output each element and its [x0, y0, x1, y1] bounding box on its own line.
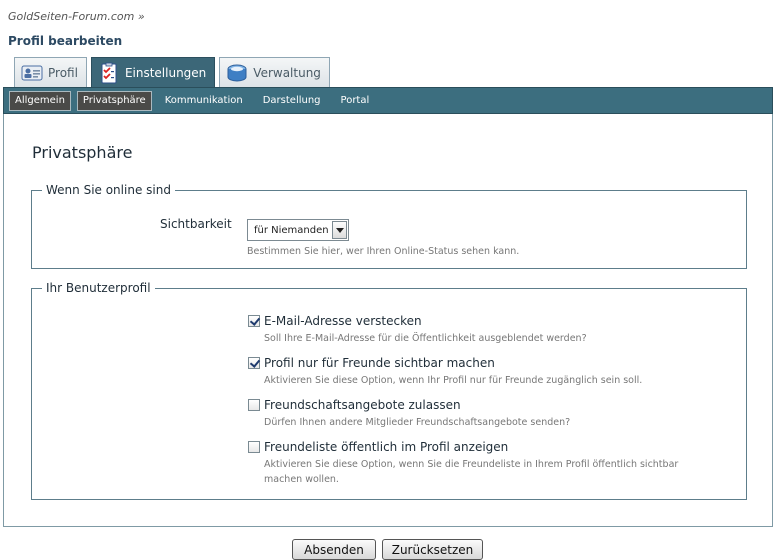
tab-label: Verwaltung: [253, 65, 321, 80]
public-friendlist-checkbox[interactable]: [248, 441, 260, 453]
option-label[interactable]: Freundeliste öffentlich im Profil anzeig…: [264, 440, 508, 454]
page-title: Profil bearbeiten: [8, 34, 123, 48]
visibility-select[interactable]: für Niemanden: [247, 219, 349, 241]
breadcrumb[interactable]: GoldSeiten-Forum.com »: [8, 10, 145, 23]
subnav-bar: Allgemein Privatsphäre Kommunikation Dar…: [3, 87, 773, 114]
option-hint: Dürfen Ihnen andere Mitglieder Freundsch…: [264, 417, 571, 428]
profile-legend: Ihr Benutzerprofil: [46, 281, 151, 295]
friends-only-checkbox[interactable]: [248, 357, 260, 369]
option-label[interactable]: Profil nur für Freunde sichtbar machen: [264, 356, 495, 370]
tab-label: Einstellungen: [124, 65, 207, 80]
section-title: Privatsphäre: [32, 143, 133, 162]
option-label[interactable]: Freundschaftsangebote zulassen: [264, 398, 461, 412]
option-hint: Soll Ihre E-Mail-Adresse für die Öffentl…: [264, 333, 587, 344]
subnav-darstellung[interactable]: Darstellung: [258, 92, 326, 110]
option-hint: Aktivieren Sie diese Option, wenn Sie di…: [264, 459, 679, 485]
settings-panel: Privatsphäre Wenn Sie online sind Sichtb…: [3, 114, 773, 527]
online-legend: Wenn Sie online sind: [46, 183, 171, 197]
profile-card-icon: [21, 62, 43, 84]
reset-button[interactable]: Zurücksetzen: [382, 539, 483, 560]
friend-requests-checkbox[interactable]: [248, 399, 260, 411]
chevron-down-icon[interactable]: [332, 221, 347, 239]
tab-einstellungen[interactable]: Einstellungen: [90, 57, 216, 87]
tab-profil[interactable]: Profil: [14, 57, 87, 87]
subnav-allgemein[interactable]: Allgemein: [9, 90, 71, 111]
hide-email-checkbox[interactable]: [248, 315, 260, 327]
tab-verwaltung[interactable]: Verwaltung: [219, 57, 330, 87]
tab-label: Profil: [48, 65, 78, 80]
profile-fieldset: Ihr Benutzerprofil E-Mail-Adresse verste…: [31, 281, 747, 500]
visibility-hint: Bestimmen Sie hier, wer Ihren Online-Sta…: [247, 246, 520, 257]
subnav-kommunikation[interactable]: Kommunikation: [160, 92, 248, 110]
tab-bar: Profil Einstellungen Verwaltung: [14, 57, 330, 87]
option-label[interactable]: E-Mail-Adresse verstecken: [264, 314, 422, 328]
subnav-privatsphaere[interactable]: Privatsphäre: [76, 90, 152, 111]
online-fieldset: Wenn Sie online sind Sichtbarkeit für Ni…: [31, 183, 747, 269]
visibility-select-value: für Niemanden: [254, 224, 329, 236]
visibility-label: Sichtbarkeit: [160, 217, 232, 231]
submit-button[interactable]: Absenden: [292, 539, 376, 560]
subnav-portal[interactable]: Portal: [336, 92, 375, 110]
option-hint: Aktivieren Sie diese Option, wenn Ihr Pr…: [264, 375, 643, 386]
settings-checklist-icon: [98, 62, 120, 84]
management-box-icon: [226, 62, 248, 84]
